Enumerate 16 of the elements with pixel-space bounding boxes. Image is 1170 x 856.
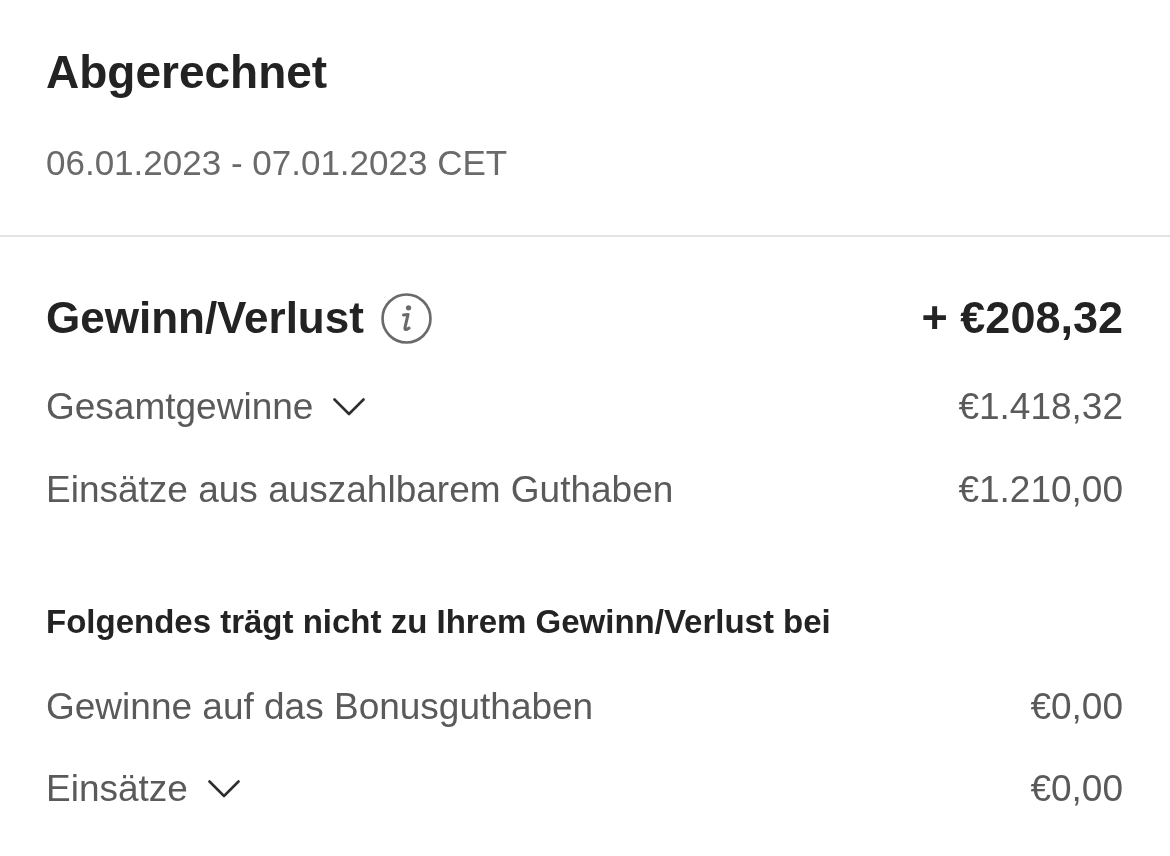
row-amount: €0,00 [1030,684,1123,729]
date-range: 06.01.2023 - 07.01.2023 CET [46,142,509,185]
row-label: Gesamtgewinne [46,385,314,430]
page-title: Abgerechnet [46,45,329,100]
row-label: Gewinne auf das Bonusguthaben [46,684,594,729]
row-label: Einsätze [46,766,188,811]
chevron-down-icon[interactable] [333,398,366,417]
summary-amount: + €208,32 [921,291,1123,346]
row-label: Einsätze aus auszahlbarem Guthaben [46,467,674,512]
summary-label: Gewinn/Verlust [46,291,364,344]
row-amount: €1.210,00 [958,467,1123,512]
info-icon[interactable] [380,292,432,344]
section-heading: Folgendes trägt nicht zu Ihrem Gewinn/Verlust bei [46,601,832,642]
chevron-down-icon[interactable] [207,780,240,799]
row-amount: €1.418,32 [958,385,1123,430]
row-amount: €0,00 [1030,766,1123,811]
